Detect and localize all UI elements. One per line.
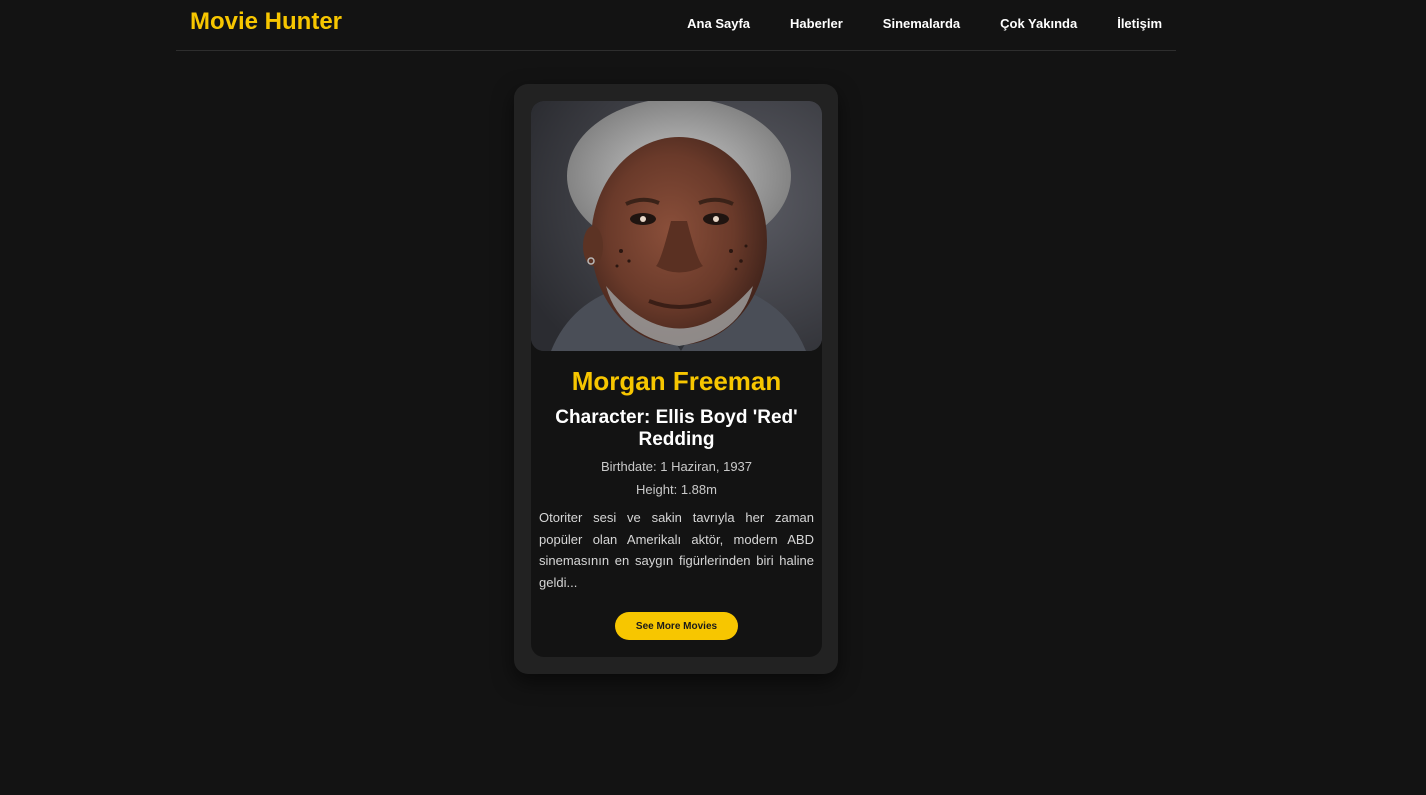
actor-bio: Otoriter sesi ve sakin tavrıyla her zama… xyxy=(539,510,814,590)
actor-card-body: Morgan Freeman Character: Ellis Boyd 'Re… xyxy=(531,101,822,657)
actor-photo xyxy=(531,101,822,351)
actor-height: Height: 1.88m xyxy=(636,482,717,497)
actor-card: Morgan Freeman Character: Ellis Boyd 'Re… xyxy=(514,84,838,674)
nav-link-iletisim[interactable]: İletişim xyxy=(1117,16,1162,31)
brand-logo-link[interactable]: Movie Hunter xyxy=(190,8,342,36)
nav-link-ana-sayfa[interactable]: Ana Sayfa xyxy=(687,16,750,31)
navbar: Movie Hunter Ana Sayfa Haberler Sinemala… xyxy=(176,0,1176,51)
nav-links: Ana Sayfa Haberler Sinemalarda Çok Yakın… xyxy=(647,0,1162,46)
nav-link-cok-yakinda[interactable]: Çok Yakında xyxy=(1000,16,1077,31)
nav-link-haberler[interactable]: Haberler xyxy=(790,16,843,31)
actor-name: Morgan Freeman xyxy=(571,366,782,396)
actor-birthdate: Birthdate: 1 Haziran, 1937 xyxy=(600,459,753,474)
actor-character: Character: Ellis Boyd 'Red' Redding xyxy=(555,407,798,450)
see-more-movies-button[interactable]: See More Movies xyxy=(615,612,738,640)
nav-link-sinemalarda[interactable]: Sinemalarda xyxy=(883,16,960,31)
